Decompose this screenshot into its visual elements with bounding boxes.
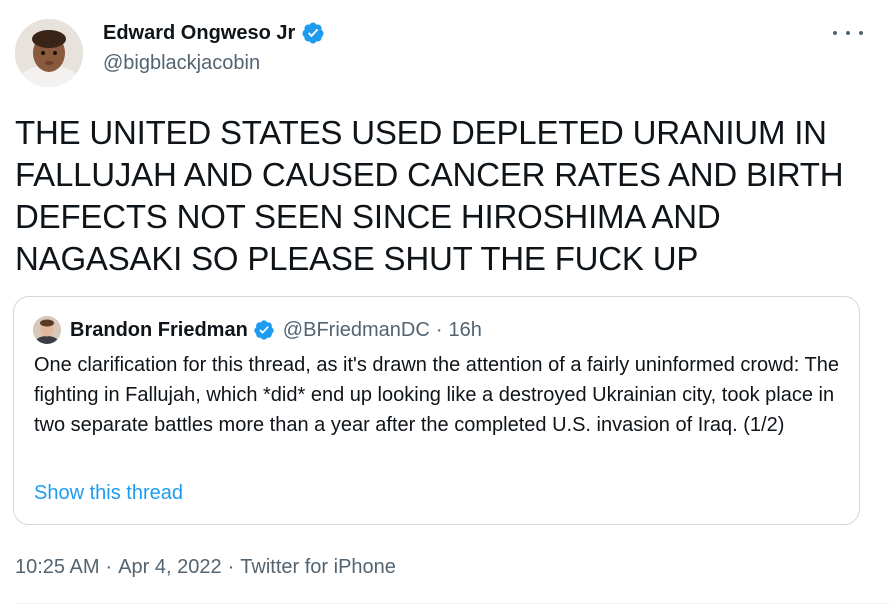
tweet-source[interactable]: Twitter for iPhone xyxy=(240,556,396,578)
quoted-avatar-image xyxy=(33,316,61,344)
more-dot-icon xyxy=(859,31,863,35)
author-name[interactable]: Edward Ongweso Jr xyxy=(103,21,325,45)
quoted-tweet-text: One clarification for this thread, as it… xyxy=(34,354,839,436)
author-avatar[interactable] xyxy=(15,19,83,87)
tweet-date[interactable]: Apr 4, 2022 xyxy=(118,556,221,578)
verified-badge-icon xyxy=(302,22,324,44)
avatar-image xyxy=(15,19,83,87)
quoted-timestamp[interactable]: 16h xyxy=(448,319,481,342)
quoted-separator: · xyxy=(435,318,443,341)
quoted-tweet-card[interactable]: Brandon Friedman @BFriedmanDC · 16h One … xyxy=(13,296,860,525)
quoted-author-name[interactable]: Brandon Friedman xyxy=(70,319,248,342)
show-thread-link[interactable]: Show this thread xyxy=(34,479,183,507)
quoted-tweet-header: Brandon Friedman @BFriedmanDC · 16h xyxy=(70,318,482,342)
author-handle[interactable]: @bigblackjacobin xyxy=(103,51,260,75)
more-dot-icon xyxy=(846,31,850,35)
tweet-time[interactable]: 10:25 AM xyxy=(15,556,100,578)
verified-badge-icon xyxy=(254,320,274,340)
author-name-text: Edward Ongweso Jr xyxy=(103,22,296,44)
footer-separator: · xyxy=(227,556,235,578)
divider xyxy=(15,603,890,604)
quoted-author-handle[interactable]: @BFriedmanDC xyxy=(283,319,430,342)
footer-separator: · xyxy=(105,556,113,578)
quoted-author-avatar[interactable] xyxy=(33,316,61,344)
more-options-button[interactable] xyxy=(833,22,863,44)
tweet-footer: 10:25 AM · Apr 4, 2022 · Twitter for iPhone xyxy=(15,553,396,581)
tweet-text: THE UNITED STATES USED DEPLETED URANIUM … xyxy=(15,114,844,277)
more-dot-icon xyxy=(833,31,837,35)
